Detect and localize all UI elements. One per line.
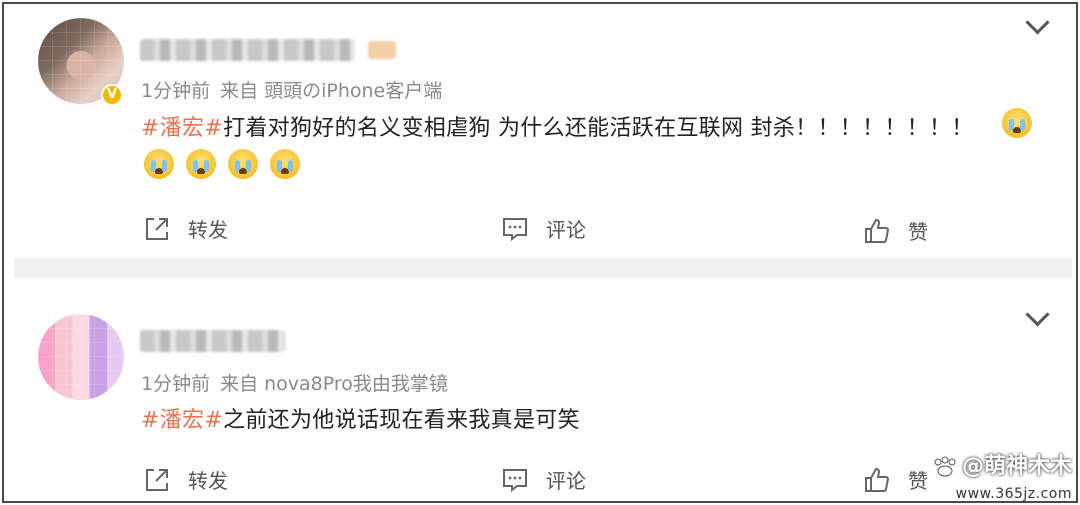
like-label: 赞 (908, 220, 928, 244)
forward-icon (146, 217, 168, 240)
comment-button[interactable]: 评论 (502, 214, 586, 243)
username-blurred[interactable] (140, 330, 285, 352)
crying-emoji-icon (228, 149, 259, 179)
thumbs-up-icon (865, 467, 890, 492)
forward-label: 转发 (188, 218, 228, 242)
thumbs-up-icon (865, 218, 890, 243)
like-button[interactable]: 赞 (864, 465, 928, 494)
verified-badge-icon: V (101, 84, 123, 106)
source-prefix: 来自 (220, 373, 259, 395)
hashtag-link[interactable]: #潘宏# (141, 408, 223, 433)
crying-emoji-icon (270, 149, 301, 179)
like-button[interactable]: 赞 (864, 216, 928, 245)
source-prefix: 来自 (220, 80, 259, 102)
comment-icon (503, 217, 527, 241)
divider (14, 258, 1072, 278)
post-source[interactable]: nova8Pro我由我掌镜 (264, 373, 448, 395)
comment-item: V 1分钟前 来自 頭頭のiPhone客户端 #潘宏#打着对狗好的名义变相虐狗 为什… (4, 4, 1076, 258)
hashtag-link[interactable]: #潘宏# (141, 116, 223, 141)
forward-button[interactable]: 转发 (144, 465, 228, 494)
paw-icon (934, 456, 956, 477)
avatar[interactable] (38, 314, 124, 400)
crying-emoji-icon (186, 149, 217, 179)
like-label: 赞 (908, 469, 928, 493)
crying-emoji-icon (1002, 108, 1032, 138)
username-blurred[interactable] (140, 39, 355, 61)
crying-emoji-icon (144, 149, 174, 179)
emoji-row (144, 149, 307, 179)
comment-label: 评论 (546, 218, 586, 242)
watermark-url: www.365jz.com (955, 486, 1072, 502)
post-source[interactable]: 頭頭のiPhone客户端 (264, 80, 442, 102)
forward-label: 转发 (188, 469, 228, 493)
post-text: 之前还为他说话现在看来我真是可笑 (223, 408, 580, 433)
post-meta: 1分钟前 来自 nova8Pro我由我掌镜 (141, 369, 458, 396)
comment-icon (503, 468, 527, 492)
username-badge-blurred (368, 41, 396, 59)
post-meta: 1分钟前 来自 頭頭のiPhone客户端 (141, 76, 452, 103)
forward-button[interactable]: 转发 (144, 214, 228, 243)
post-content: #潘宏#之前还为他说话现在看来我真是可笑 (141, 402, 580, 434)
forward-icon (146, 468, 168, 491)
chevron-down-icon[interactable] (1025, 10, 1050, 35)
comment-button[interactable]: 评论 (502, 465, 586, 494)
post-time: 1分钟前 (141, 373, 211, 395)
post-text: 打着对狗好的名义变相虐狗 为什么还能活跃在互联网 封杀！！！！！！！！ (223, 116, 974, 141)
watermark-handle: @萌神木木 (961, 454, 1072, 479)
post-time: 1分钟前 (141, 80, 211, 102)
comment-list: V 1分钟前 来自 頭頭のiPhone客户端 #潘宏#打着对狗好的名义变相虐狗 为什… (2, 2, 1078, 503)
watermark: @萌神木木 www.365jz.com (932, 448, 1072, 502)
comment-label: 评论 (546, 469, 586, 493)
post-content: #潘宏#打着对狗好的名义变相虐狗 为什么还能活跃在互联网 封杀！！！！！！！！ (141, 110, 974, 142)
